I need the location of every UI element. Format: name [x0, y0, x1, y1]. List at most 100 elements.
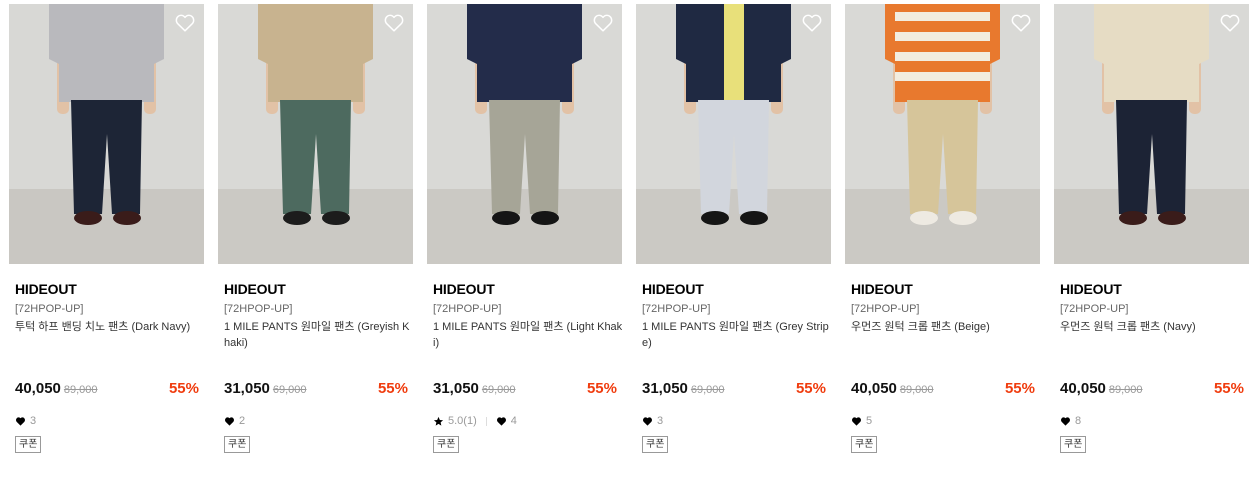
discount-rate: 55%	[795, 380, 826, 397]
sale-price: 31,050 69,000	[224, 379, 307, 400]
price-row: 31,050 69,000 55%	[224, 379, 414, 399]
product-card[interactable]: HIDEOUT [72HPOP-UP] 1 MILE PANTS 원마일 팬츠 (L…	[427, 4, 622, 474]
product-photo	[1054, 4, 1249, 264]
original-price: 89,000	[899, 384, 934, 396]
product-info: HIDEOUT [72HPOP-UP] 1 MILE PANTS 원마일 팬츠 (G…	[642, 280, 832, 453]
likes: 4	[496, 414, 517, 428]
discount-rate: 55%	[377, 380, 408, 397]
product-grid: HIDEOUT [72HPOP-UP] 투턱 하프 밴딩 치노 팬츠 (Dark N…	[0, 0, 1254, 478]
product-info: HIDEOUT [72HPOP-UP] 우먼즈 원턱 크롭 팬츠 (Navy) 40,…	[1060, 280, 1250, 453]
discount-rate: 55%	[1213, 380, 1244, 397]
product-card[interactable]: HIDEOUT [72HPOP-UP] 우먼즈 원턱 크롭 팬츠 (Beige) 40…	[845, 4, 1040, 474]
product-image[interactable]	[218, 4, 413, 264]
original-price: 69,000	[690, 384, 725, 396]
original-price: 69,000	[272, 384, 307, 396]
heart-filled-icon	[225, 416, 234, 426]
product-info: HIDEOUT [72HPOP-UP] 우먼즈 원턱 크롭 팬츠 (Beige) 40…	[851, 280, 1041, 453]
heart-outline-icon[interactable]	[1010, 12, 1032, 34]
product-tag: [72HPOP-UP]	[642, 303, 711, 315]
coupon-badge: 쿠폰	[224, 436, 251, 453]
heart-outline-icon[interactable]	[592, 12, 614, 34]
likes: 3	[642, 414, 663, 428]
product-image[interactable]	[427, 4, 622, 264]
coupon-badge: 쿠폰	[1060, 436, 1087, 453]
product-tag: [72HPOP-UP]	[851, 303, 920, 315]
discount-rate: 55%	[586, 380, 617, 397]
likes-count: 3	[30, 415, 37, 427]
price-row: 31,050 69,000 55%	[642, 379, 832, 399]
sale-price: 31,050 69,000	[642, 379, 725, 400]
heart-filled-icon	[496, 416, 506, 426]
product-image[interactable]	[1054, 4, 1249, 264]
product-name[interactable]: 1 MILE PANTS 원마일 팬츠 (Grey Stripe)	[642, 319, 832, 353]
product-stats: 3	[15, 414, 36, 428]
sale-price: 40,050 89,000	[1060, 379, 1143, 400]
product-stats: 2	[224, 414, 245, 428]
sale-price: 31,050 69,000	[433, 379, 516, 400]
likes: 8	[1060, 414, 1081, 428]
original-price: 89,000	[1108, 384, 1143, 396]
heart-outline-icon[interactable]	[801, 12, 823, 34]
coupon-badge: 쿠폰	[433, 436, 460, 453]
likes: 3	[15, 414, 36, 428]
coupon-badge: 쿠폰	[851, 436, 878, 453]
product-image[interactable]	[845, 4, 1040, 264]
heart-filled-icon	[1061, 416, 1070, 426]
product-name[interactable]: 1 MILE PANTS 원마일 팬츠 (Greyish Khaki)	[224, 319, 414, 353]
product-stats: 3	[642, 414, 663, 428]
rating: 5.0(1)	[433, 414, 477, 428]
price-row: 31,050 69,000 55%	[433, 379, 623, 399]
product-stats: 8	[1060, 414, 1081, 428]
sale-price-value: 40,050	[1060, 380, 1106, 397]
product-name[interactable]: 우먼즈 원턱 크롭 팬츠 (Beige)	[851, 319, 1041, 353]
likes-count: 8	[1075, 415, 1082, 427]
original-price: 89,000	[63, 384, 98, 396]
heart-outline-icon[interactable]	[383, 12, 405, 34]
product-card[interactable]: HIDEOUT [72HPOP-UP] 1 MILE PANTS 원마일 팬츠 (G…	[636, 4, 831, 474]
product-info: HIDEOUT [72HPOP-UP] 투턱 하프 밴딩 치노 팬츠 (Dark N…	[15, 280, 205, 453]
product-info: HIDEOUT [72HPOP-UP] 1 MILE PANTS 원마일 팬츠 (L…	[433, 280, 623, 453]
product-image[interactable]	[9, 4, 204, 264]
heart-filled-icon	[852, 416, 861, 426]
product-image[interactable]	[636, 4, 831, 264]
sale-price-value: 31,050	[224, 380, 270, 397]
brand-name[interactable]: HIDEOUT	[15, 280, 205, 298]
brand-name[interactable]: HIDEOUT	[851, 280, 1041, 298]
original-price: 69,000	[481, 384, 516, 396]
likes-count: 4	[510, 415, 517, 427]
likes-count: 5	[866, 415, 873, 427]
product-photo	[636, 4, 831, 264]
product-card[interactable]: HIDEOUT [72HPOP-UP] 우먼즈 원턱 크롭 팬츠 (Navy) 40,…	[1054, 4, 1249, 474]
brand-name[interactable]: HIDEOUT	[224, 280, 414, 298]
sale-price: 40,050 89,000	[15, 379, 98, 400]
heart-filled-icon	[16, 416, 25, 426]
sale-price-value: 40,050	[15, 380, 61, 397]
sale-price: 40,050 89,000	[851, 379, 934, 400]
product-name[interactable]: 투턱 하프 밴딩 치노 팬츠 (Dark Navy)	[15, 319, 205, 353]
likes-count: 2	[239, 415, 246, 427]
product-photo	[845, 4, 1040, 264]
product-info: HIDEOUT [72HPOP-UP] 1 MILE PANTS 원마일 팬츠 (G…	[224, 280, 414, 453]
likes: 2	[224, 414, 245, 428]
heart-outline-icon[interactable]	[1219, 12, 1241, 34]
brand-name[interactable]: HIDEOUT	[642, 280, 832, 298]
product-card[interactable]: HIDEOUT [72HPOP-UP] 투턱 하프 밴딩 치노 팬츠 (Dark N…	[9, 4, 204, 474]
product-stats: 5.0(1) 4	[433, 414, 517, 428]
heart-outline-icon[interactable]	[174, 12, 196, 34]
product-name[interactable]: 우먼즈 원턱 크롭 팬츠 (Navy)	[1060, 319, 1250, 353]
product-card[interactable]: HIDEOUT [72HPOP-UP] 1 MILE PANTS 원마일 팬츠 (G…	[218, 4, 413, 474]
price-row: 40,050 89,000 55%	[1060, 379, 1250, 399]
sale-price-value: 40,050	[851, 380, 897, 397]
sale-price-value: 31,050	[433, 380, 479, 397]
heart-filled-icon	[643, 416, 652, 426]
coupon-badge: 쿠폰	[15, 436, 42, 453]
brand-name[interactable]: HIDEOUT	[433, 280, 623, 298]
rating-text: 5.0(1)	[448, 415, 477, 427]
product-stats: 5	[851, 414, 872, 428]
brand-name[interactable]: HIDEOUT	[1060, 280, 1250, 298]
likes: 5	[851, 414, 872, 428]
price-row: 40,050 89,000 55%	[15, 379, 205, 399]
coupon-badge: 쿠폰	[642, 436, 669, 453]
product-name[interactable]: 1 MILE PANTS 원마일 팬츠 (Light Khaki)	[433, 319, 623, 353]
product-tag: [72HPOP-UP]	[1060, 303, 1129, 315]
